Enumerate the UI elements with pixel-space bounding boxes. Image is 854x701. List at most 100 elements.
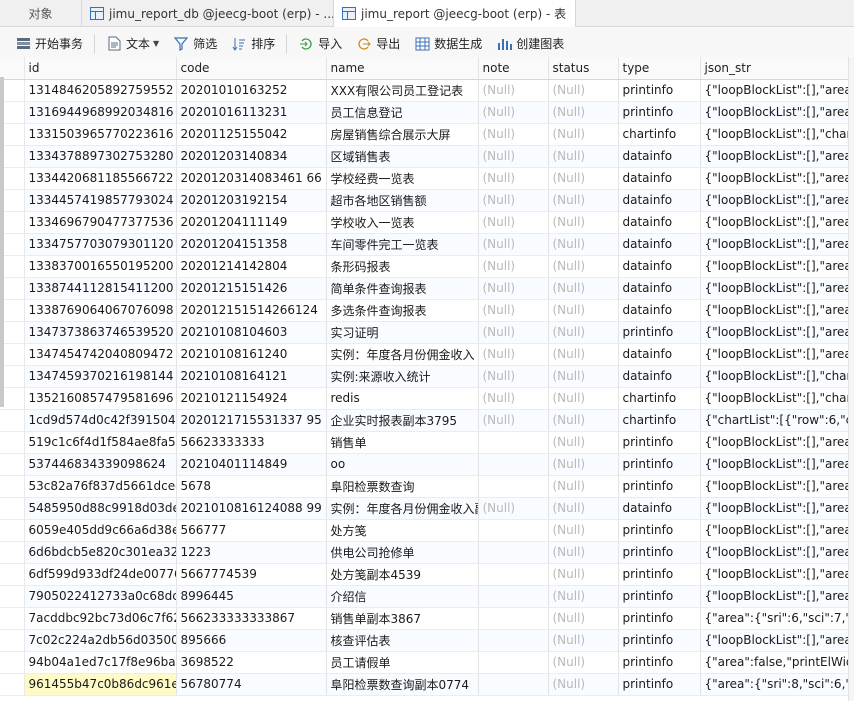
table-cell-name[interactable]: 房屋销售综合展示大屏	[326, 123, 479, 146]
table-cell-json-str[interactable]: {"loopBlockList":[],"area":fa	[700, 79, 854, 102]
table-row[interactable]: 1347454742040809472 20210108161240 实例：年度各月…	[0, 343, 854, 366]
tab-objects[interactable]: 对象	[0, 0, 82, 27]
table-cell-type[interactable]: printinfo	[618, 563, 701, 586]
table-cell-id[interactable]: 7905022412733a0c68dc7f	[24, 585, 177, 608]
table-cell-note[interactable]	[478, 651, 549, 674]
table-cell-note[interactable]: (Null)	[478, 343, 549, 366]
table-cell-id[interactable]: 1347373863746539520	[24, 321, 177, 344]
table-cell-note[interactable]	[478, 519, 549, 542]
table-cell-id[interactable]: 1338769064067076098	[24, 299, 177, 322]
table-cell-json-str[interactable]: {"loopBlockList":[],"area":fa	[700, 277, 854, 300]
table-cell-type[interactable]: datainfo	[618, 497, 701, 520]
table-cell-id[interactable]: 1352160857479581696	[24, 387, 177, 410]
table-cell-type[interactable]: printinfo	[618, 453, 701, 476]
table-cell-status[interactable]: (Null)	[548, 519, 619, 542]
table-cell-status[interactable]: (Null)	[548, 387, 619, 410]
tab-jimu-report[interactable]: jimu_report @jeecg-boot (erp) - 表	[334, 0, 576, 27]
table-row[interactable]: 1331503965770223616 20201125155042 房屋销售综合展…	[0, 123, 854, 146]
column-header[interactable]: status	[548, 57, 619, 80]
sort-button[interactable]: 排序	[226, 32, 280, 56]
table-cell-name[interactable]: 阜阳检票数查询副本0774	[326, 673, 479, 696]
table-cell-code[interactable]: 20210108161240	[176, 343, 327, 366]
table-cell-name[interactable]: 供电公司抢修单	[326, 541, 479, 564]
table-cell-type[interactable]: datainfo	[618, 343, 701, 366]
table-cell-note[interactable]: (Null)	[478, 79, 549, 102]
table-row[interactable]: 1338370016550195200 20201214142804 条形码报表 (N…	[0, 255, 854, 278]
table-cell-id[interactable]: 6df599d933df24de00776	[24, 563, 177, 586]
column-header[interactable]: id	[24, 57, 177, 80]
table-cell-id[interactable]: 1314846205892759552	[24, 79, 177, 102]
table-row[interactable]: 1334457419857793024 20201203192154 超市各地区销售…	[0, 189, 854, 212]
table-cell-code[interactable]: 20201204111149	[176, 211, 327, 234]
table-cell-type[interactable]: chartinfo	[618, 123, 701, 146]
table-row[interactable]: 1352160857479581696 20210121154924 redis (N…	[0, 387, 854, 410]
table-row[interactable]: 1334420681185566722 2020120314083461 66 学校…	[0, 167, 854, 190]
table-cell-name[interactable]: 实例:来源收入统计	[326, 365, 479, 388]
table-cell-status[interactable]: (Null)	[548, 453, 619, 476]
table-cell-id[interactable]: 1347459370216198144	[24, 365, 177, 388]
data-grid[interactable]: id code name note status type json_str 1…	[0, 57, 854, 701]
table-cell-type[interactable]: datainfo	[618, 365, 701, 388]
table-cell-status[interactable]: (Null)	[548, 431, 619, 454]
tab-jimu-report-db[interactable]: jimu_report_db @jeecg-boot (erp) - ...	[82, 0, 334, 27]
table-cell-status[interactable]: (Null)	[548, 299, 619, 322]
table-cell-id[interactable]: 1338744112815411200	[24, 277, 177, 300]
data-generation-button[interactable]: 数据生成	[409, 32, 487, 56]
table-cell-name[interactable]: 介绍信	[326, 585, 479, 608]
table-cell-type[interactable]: printinfo	[618, 541, 701, 564]
table-cell-note[interactable]: (Null)	[478, 101, 549, 124]
table-cell-status[interactable]: (Null)	[548, 629, 619, 652]
table-cell-json-str[interactable]: {"loopBlockList":[],"area":fa	[700, 321, 854, 344]
table-cell-status[interactable]: (Null)	[548, 365, 619, 388]
row-selector[interactable]	[0, 563, 25, 586]
table-cell-code[interactable]: 56780774	[176, 673, 327, 696]
table-row[interactable]: 6d6bdcb5e820c301ea327 1223 供电公司抢修单 (Null) pr…	[0, 541, 854, 564]
table-cell-code[interactable]: 2021010816124088 99	[176, 497, 327, 520]
table-cell-name[interactable]: 实例：年度各月份佣金收入副	[326, 497, 479, 520]
table-cell-json-str[interactable]: {"loopBlockList":[],"area":fa	[700, 167, 854, 190]
table-cell-type[interactable]: printinfo	[618, 519, 701, 542]
table-cell-id[interactable]: 1334378897302753280	[24, 145, 177, 168]
table-row[interactable]: 1347459370216198144 20210108164121 实例:来源收入…	[0, 365, 854, 388]
table-cell-id[interactable]: 1331503965770223616	[24, 123, 177, 146]
import-button[interactable]: 导入	[293, 32, 347, 56]
table-cell-code[interactable]: 20210108164121	[176, 365, 327, 388]
table-cell-code[interactable]: 895666	[176, 629, 327, 652]
table-cell-name[interactable]: 学校经费一览表	[326, 167, 479, 190]
table-cell-note[interactable]	[478, 607, 549, 630]
table-cell-type[interactable]: printinfo	[618, 607, 701, 630]
table-cell-code[interactable]: 20201204151358	[176, 233, 327, 256]
row-selector[interactable]	[0, 453, 25, 476]
table-cell-json-str[interactable]: {"loopBlockList":[],"area":fa	[700, 189, 854, 212]
table-cell-note[interactable]	[478, 673, 549, 696]
table-cell-type[interactable]: datainfo	[618, 277, 701, 300]
table-cell-status[interactable]: (Null)	[548, 255, 619, 278]
table-cell-id[interactable]: 961455b47c0b86dc961e9	[24, 673, 177, 696]
table-row[interactable]: 5485950d88c9918d03dec 2021010816124088 99…	[0, 497, 854, 520]
row-selector[interactable]	[0, 607, 25, 630]
table-cell-code[interactable]: 20201125155042	[176, 123, 327, 146]
table-cell-id[interactable]: 6059e405dd9c66a6d38e0	[24, 519, 177, 542]
row-selector[interactable]	[0, 673, 25, 696]
table-cell-name[interactable]: 销售单	[326, 431, 479, 454]
table-cell-type[interactable]: datainfo	[618, 299, 701, 322]
table-cell-name[interactable]: 条形码报表	[326, 255, 479, 278]
table-cell-name[interactable]: 企业实时报表副本3795	[326, 409, 479, 432]
table-cell-note[interactable]: (Null)	[478, 233, 549, 256]
table-cell-status[interactable]: (Null)	[548, 343, 619, 366]
row-selector[interactable]	[0, 475, 25, 498]
row-selector[interactable]	[0, 651, 25, 674]
table-cell-type[interactable]: datainfo	[618, 211, 701, 234]
vertical-scrollbar[interactable]	[0, 77, 4, 407]
table-cell-json-str[interactable]: {"loopBlockList":[],"area":fa	[700, 585, 854, 608]
table-cell-type[interactable]: datainfo	[618, 233, 701, 256]
export-button[interactable]: 导出	[351, 32, 405, 56]
table-cell-name[interactable]: 核查评估表	[326, 629, 479, 652]
table-row[interactable]: 94b04a1ed7c17f8e96baa 3698522 员工请假单 (Null) p…	[0, 651, 854, 674]
table-cell-status[interactable]: (Null)	[548, 101, 619, 124]
table-cell-id[interactable]: 1334696790477377536	[24, 211, 177, 234]
table-row[interactable]: 961455b47c0b86dc961e9 56780774 阜阳检票数查询副本07…	[0, 673, 854, 696]
table-cell-code[interactable]: 20210108104603	[176, 321, 327, 344]
column-header[interactable]: name	[326, 57, 479, 80]
table-cell-code[interactable]: 56623333333	[176, 431, 327, 454]
